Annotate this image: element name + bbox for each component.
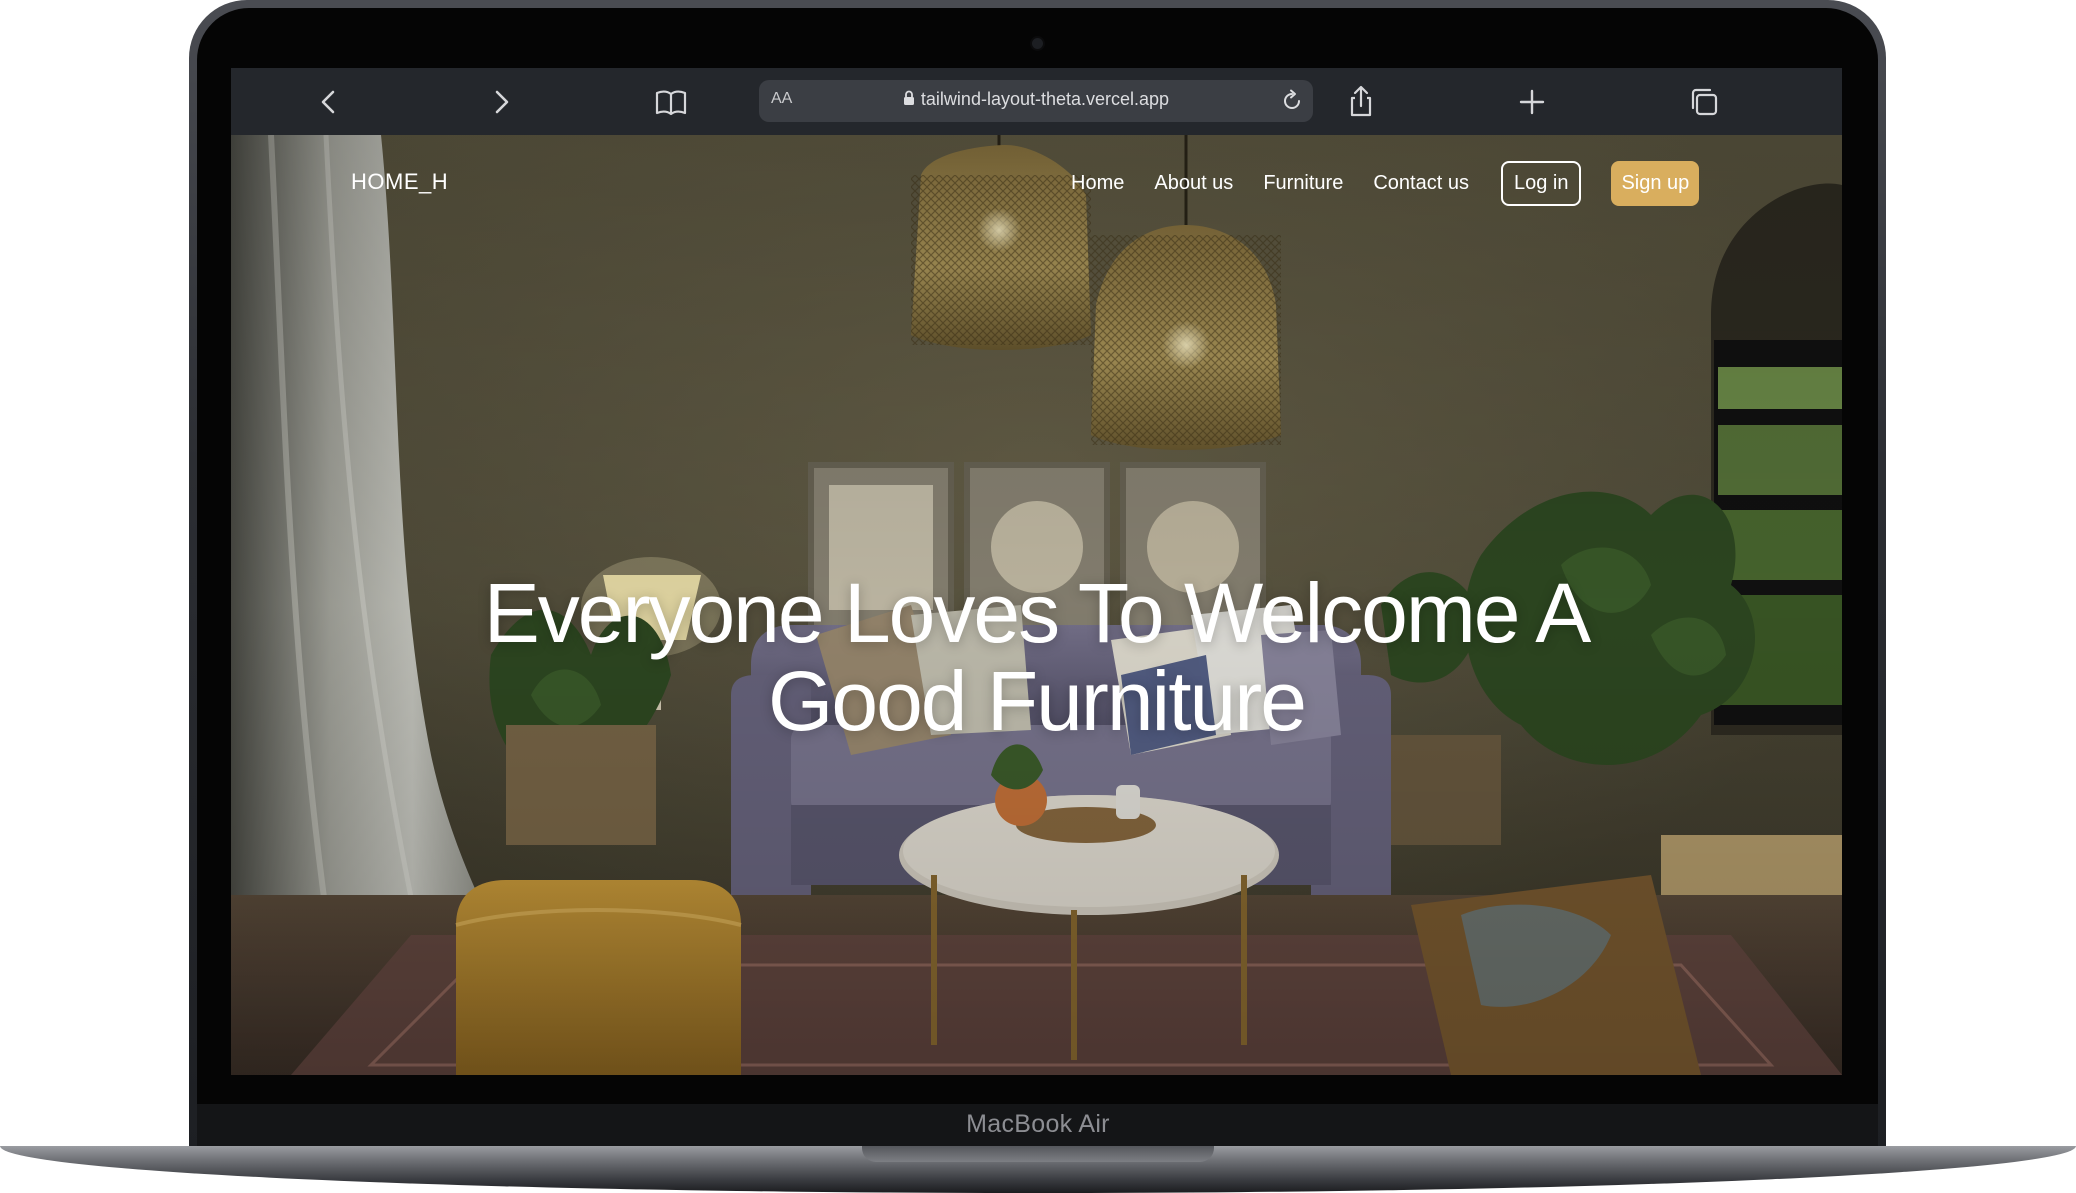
plus-icon (1519, 89, 1545, 115)
lock-icon (903, 90, 914, 105)
login-button[interactable]: Log in (1500, 161, 1582, 206)
bookmarks-button[interactable] (651, 82, 691, 122)
nav-contact-us[interactable]: Contact us (1373, 172, 1469, 195)
share-button[interactable] (1341, 82, 1381, 122)
share-icon (1350, 85, 1372, 117)
hero-headline-line1: Everyone Loves To Welcome A (483, 566, 1592, 660)
hero-headline: Everyone Loves To Welcome A Good Furnitu… (331, 569, 1742, 745)
hero-headline-line2: Good Furniture (768, 654, 1307, 748)
nav-about-us[interactable]: About us (1154, 172, 1233, 195)
nav-furniture[interactable]: Furniture (1263, 172, 1343, 195)
webpage: HOME_H Home About us Furniture Contact u… (231, 135, 1842, 1075)
url-display: tailwind-layout-theta.vercel.app (759, 89, 1313, 110)
site-logo[interactable]: HOME_H (351, 169, 448, 195)
signup-button[interactable]: Sign up (1611, 161, 1700, 206)
reload-icon[interactable] (1279, 88, 1305, 114)
tabs-icon (1691, 88, 1718, 116)
camera-icon (1032, 38, 1043, 49)
chevron-right-icon (495, 90, 509, 114)
browser-toolbar: AA tailwind-layout-theta.vercel.app (231, 68, 1842, 135)
new-tab-button[interactable] (1512, 82, 1552, 122)
address-bar[interactable]: AA tailwind-layout-theta.vercel.app (759, 80, 1313, 122)
laptop-hinge-notch (862, 1146, 1214, 1162)
nav-home[interactable]: Home (1071, 172, 1124, 195)
book-icon (655, 90, 687, 116)
url-text: tailwind-layout-theta.vercel.app (920, 89, 1170, 109)
screen: AA tailwind-layout-theta.vercel.app HOME… (231, 68, 1842, 1075)
tabs-button[interactable] (1684, 82, 1724, 122)
main-navigation: Home About us Furniture Contact us Log i… (1071, 161, 1700, 206)
device-mockup: AA tailwind-layout-theta.vercel.app HOME… (0, 0, 2076, 1193)
device-label: MacBook Air (966, 1110, 1110, 1138)
chevron-left-icon (321, 90, 335, 114)
forward-button[interactable] (481, 82, 521, 122)
back-button[interactable] (309, 82, 349, 122)
